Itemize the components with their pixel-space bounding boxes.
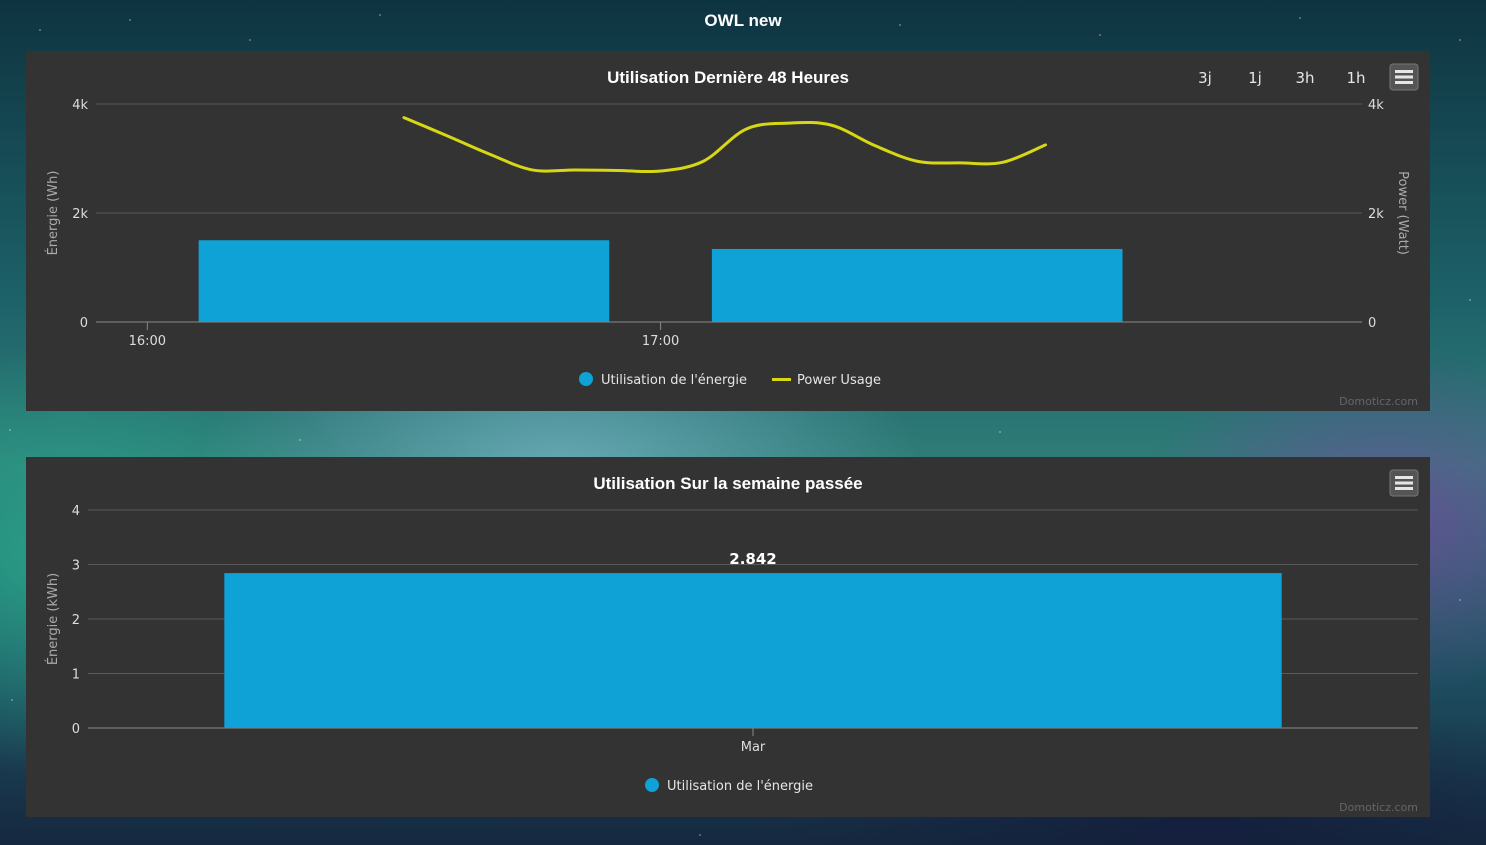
range-button-1h[interactable]: 1h bbox=[1346, 69, 1365, 87]
x-tick-label: 16:00 bbox=[129, 334, 166, 349]
menu-bar-1 bbox=[1395, 476, 1413, 479]
chart-48h-svg: Utilisation Dernière 48 Heures 0 0 2k 2k 4k 4… bbox=[45, 63, 1419, 408]
y-axis-left-title: Énergie (Wh) bbox=[45, 171, 61, 256]
legend-label-energy: Utilisation de l'énergie bbox=[667, 779, 813, 794]
y-tick-left: 4k bbox=[72, 98, 88, 113]
chart-menu-button[interactable] bbox=[1389, 63, 1419, 91]
menu-bar-2 bbox=[1395, 75, 1413, 79]
legend-label-energy: Utilisation de l'énergie bbox=[601, 373, 747, 388]
chart-48h-line bbox=[402, 116, 1047, 174]
bar[interactable] bbox=[198, 240, 610, 322]
menu-bar-2 bbox=[1395, 481, 1413, 485]
range-button-1j[interactable]: 1j bbox=[1248, 69, 1262, 87]
x-tick-label: Mar bbox=[741, 740, 766, 755]
legend-marker-energy bbox=[645, 778, 659, 792]
bar[interactable] bbox=[711, 248, 1123, 322]
y-tick-right: 2k bbox=[1368, 207, 1384, 222]
y-tick-right: 4k bbox=[1368, 98, 1384, 113]
range-selector: 3j 1j 3h 1h bbox=[1198, 69, 1365, 87]
y-tick-left: 0 bbox=[80, 316, 88, 331]
bar-data-label: 2.842 bbox=[729, 550, 776, 568]
legend-item-power[interactable]: Power Usage bbox=[772, 373, 881, 388]
y-tick-right: 0 bbox=[1368, 316, 1376, 331]
legend-marker-energy bbox=[579, 372, 593, 386]
legend-item-energy[interactable]: Utilisation de l'énergie bbox=[645, 778, 813, 794]
y-axis-title: Énergie (kWh) bbox=[45, 573, 61, 665]
menu-bar-3 bbox=[1395, 81, 1413, 84]
power-usage-line[interactable] bbox=[402, 116, 1047, 174]
chart-week-title: Utilisation Sur la semaine passée bbox=[593, 474, 862, 493]
y-tick: 2 bbox=[72, 613, 80, 628]
chart-menu-button[interactable] bbox=[1389, 469, 1419, 497]
y-tick: 4 bbox=[72, 504, 80, 519]
x-tick-label: 17:00 bbox=[642, 334, 679, 349]
legend-marker-power bbox=[772, 378, 791, 381]
y-tick: 1 bbox=[72, 668, 80, 683]
chart-week-svg: Utilisation Sur la semaine passée 2.842 … bbox=[45, 469, 1419, 814]
legend-item-energy[interactable]: Utilisation de l'énergie bbox=[579, 372, 747, 388]
y-tick: 3 bbox=[72, 559, 80, 574]
chart-48h-bars bbox=[198, 240, 1123, 322]
credit-link[interactable]: Domoticz.com bbox=[1339, 801, 1418, 814]
menu-bar-3 bbox=[1395, 487, 1413, 490]
y-tick-left: 2k bbox=[72, 207, 88, 222]
page-title: OWL new bbox=[704, 11, 782, 30]
bar[interactable] bbox=[224, 573, 1282, 728]
chart-week-bars: 2.842 bbox=[224, 550, 1282, 728]
y-axis-right-title: Power (Watt) bbox=[1395, 171, 1410, 255]
legend-label-power: Power Usage bbox=[797, 373, 881, 388]
chart-48h-legend: Utilisation de l'énergie Power Usage bbox=[579, 372, 881, 388]
credit-link[interactable]: Domoticz.com bbox=[1339, 395, 1418, 408]
chart-panel-48h: Utilisation Dernière 48 Heures 0 0 2k 2k 4k 4… bbox=[26, 51, 1430, 411]
range-button-3h[interactable]: 3h bbox=[1295, 69, 1314, 87]
range-button-3j[interactable]: 3j bbox=[1198, 69, 1212, 87]
chart-panel-week: Utilisation Sur la semaine passée 2.842 … bbox=[26, 457, 1430, 817]
y-tick: 0 bbox=[72, 722, 80, 737]
menu-bar-1 bbox=[1395, 70, 1413, 73]
chart-48h-title: Utilisation Dernière 48 Heures bbox=[607, 68, 849, 87]
chart-week-legend: Utilisation de l'énergie bbox=[645, 778, 813, 794]
